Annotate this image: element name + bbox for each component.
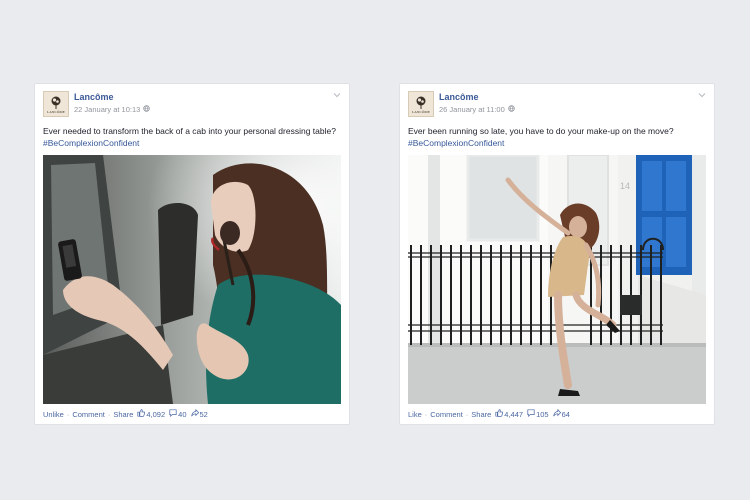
share-count[interactable]: 52 <box>200 410 208 419</box>
post-timestamp[interactable]: 22 January at 10:13 <box>74 105 140 114</box>
like-count[interactable]: 4,092 <box>146 410 165 419</box>
comment-link[interactable]: Comment <box>430 410 463 419</box>
audience-icon <box>508 105 515 114</box>
post-text: Ever needed to transform the back of a c… <box>43 125 343 149</box>
photo-woman-on-street: 14 <box>408 155 706 404</box>
post-meta: 22 January at 10:13 <box>74 105 151 114</box>
logo-wordmark: LANCÔME <box>411 110 430 114</box>
comment-link[interactable]: Comment <box>72 410 105 419</box>
share-count[interactable]: 64 <box>562 410 570 419</box>
comment-count[interactable]: 105 <box>536 410 549 419</box>
post-body: Ever needed to transform the back of a c… <box>43 126 336 136</box>
share-icon <box>552 408 561 419</box>
post-timestamp[interactable]: 26 January at 11:00 <box>439 105 505 114</box>
post-photo[interactable]: 14 <box>408 155 706 404</box>
post-meta: 26 January at 11:00 <box>439 105 515 114</box>
chevron-down-icon[interactable] <box>333 91 341 99</box>
comment-icon <box>169 409 177 419</box>
unlike-link[interactable]: Unlike <box>43 410 64 419</box>
page-name-link[interactable]: Lancôme <box>439 92 479 102</box>
action-bar: Unlike · Comment · Share 4,092 40 52 <box>43 408 208 419</box>
page-name-link[interactable]: Lancôme <box>74 92 114 102</box>
comment-icon <box>527 409 535 419</box>
chevron-down-icon[interactable] <box>698 91 706 99</box>
audience-icon <box>143 105 151 114</box>
thumbs-up-icon <box>137 409 146 419</box>
separator: · <box>66 409 70 419</box>
page-avatar[interactable]: LANCÔME <box>43 91 69 117</box>
separator: · <box>107 409 111 419</box>
post-photo[interactable] <box>43 155 341 404</box>
hashtag-link[interactable]: #BeComplexionConfident <box>43 137 343 149</box>
like-count[interactable]: 4,447 <box>504 410 523 419</box>
separator: · <box>465 409 469 419</box>
like-link[interactable]: Like <box>408 410 422 419</box>
thumbs-up-icon <box>495 409 504 419</box>
logo-wordmark: LANCÔME <box>46 110 65 114</box>
house-number: 14 <box>620 181 630 191</box>
hashtag-link[interactable]: #BeComplexionConfident <box>408 137 708 149</box>
photo-woman-in-cab <box>43 155 341 404</box>
post-text: Ever been running so late, you have to d… <box>408 125 708 149</box>
share-icon <box>190 408 199 419</box>
post-card-1: LANCÔME Lancôme 22 January at 10:13 Ever… <box>34 83 350 425</box>
action-bar: Like · Comment · Share 4,447 105 64 <box>408 408 570 419</box>
share-link[interactable]: Share <box>113 410 133 419</box>
post-card-2: LANCÔME Lancôme 26 January at 11:00 Ever… <box>399 83 715 425</box>
comment-count[interactable]: 40 <box>178 410 186 419</box>
share-link[interactable]: Share <box>471 410 491 419</box>
page-avatar[interactable]: LANCÔME <box>408 91 434 117</box>
post-body: Ever been running so late, you have to d… <box>408 126 674 136</box>
separator: · <box>424 409 428 419</box>
